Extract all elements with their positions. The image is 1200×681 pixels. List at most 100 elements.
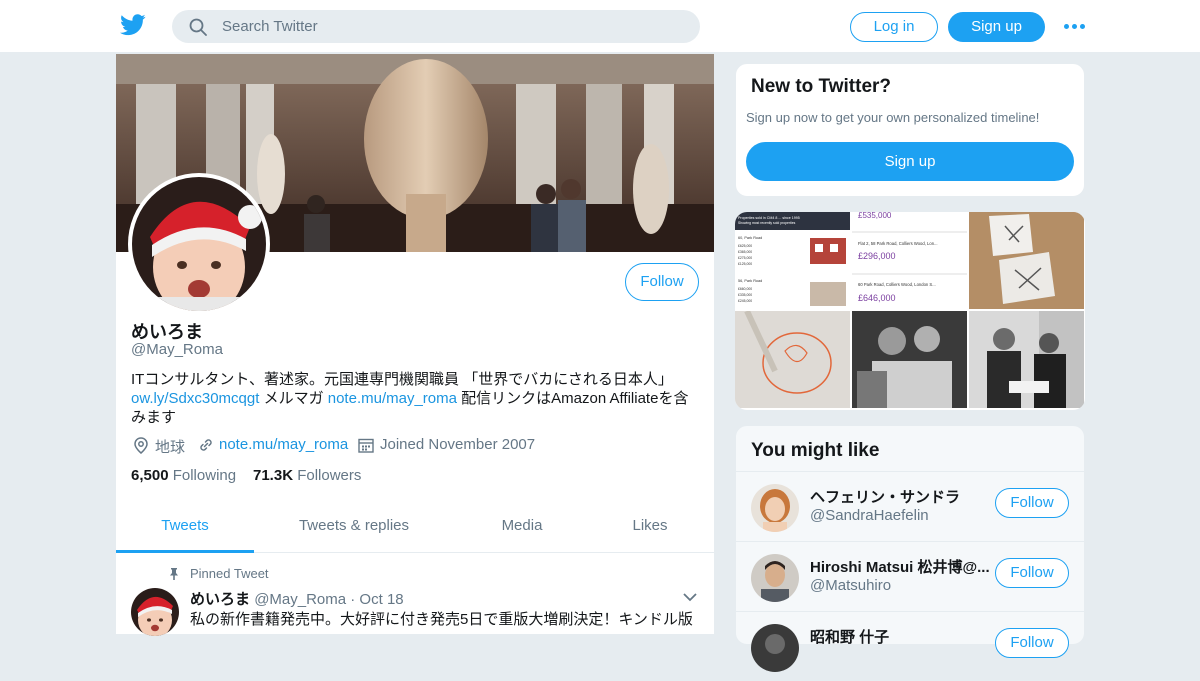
- property-listing-screenshot: Properties sold in CM4 8 ... since 1995 …: [735, 212, 850, 306]
- search-box[interactable]: [172, 10, 700, 43]
- following-label: Following: [172, 467, 237, 484]
- followers-label: Followers: [297, 467, 362, 484]
- suggested-user-name[interactable]: ヘフェリン・サンドラ: [810, 486, 990, 507]
- tweet-author-name[interactable]: めいろま: [190, 591, 250, 608]
- bio-text: ITコンサルタント、著述家。元国連専門機関職員 「世界でバカにされる日本人」: [131, 371, 673, 388]
- profile-meta: 地球 note.mu/may_roma Joined November 2007: [131, 436, 701, 456]
- thumb-text: £660,000: [738, 287, 752, 291]
- thumb-text: £365,000: [738, 250, 752, 254]
- orange-drawing-photo: [735, 311, 850, 408]
- profile-handle: @May_Roma: [131, 341, 223, 358]
- media-thumbnail[interactable]: £535,000 Flat 2, 58 Park Road, Colliers …: [852, 212, 967, 309]
- you-might-like-card: You might like ヘフェリン・サンドラ @SandraHaefeli…: [735, 425, 1085, 672]
- suggested-user-handle: @Matsuhiro: [810, 577, 892, 594]
- thumb-text: Properties sold in CM4 8 ... since 1995: [738, 216, 800, 220]
- suggested-user-handle: @SandraHaefelin: [810, 507, 929, 524]
- bio-link-note[interactable]: note.mu/may_roma: [328, 390, 457, 407]
- thumb-text: Flat 2, 58 Park Road, Colliers Wood, Lon…: [858, 241, 938, 246]
- profile-stats: 6,500 Following 71.3K Followers: [131, 467, 701, 487]
- thumb-text: 60, Park Road: [738, 236, 762, 240]
- suggested-user[interactable]: ヘフェリン・サンドラ @SandraHaefelin Follow: [736, 471, 1084, 541]
- thumb-text: 60 Park Road, Colliers Wood, London S...: [858, 282, 936, 287]
- tab-media[interactable]: Media: [462, 504, 582, 553]
- search-icon: [189, 18, 207, 36]
- chevron-down-icon[interactable]: [682, 592, 698, 602]
- tweet-text: 私の新作書籍発売中。大好評に付き発売5日で重版大増刷決定！キンドル版: [190, 611, 693, 628]
- tweet-header: めいろま @May_Roma · Oct 18: [190, 588, 404, 609]
- bio-text: みます: [131, 409, 177, 426]
- woman-portrait: [751, 484, 799, 532]
- surgery-photo: [852, 311, 967, 408]
- thumb-text: £646,000: [858, 293, 896, 303]
- baby-in-santa-hat-avatar: [131, 588, 179, 636]
- thumb-text: £125,000: [738, 262, 752, 266]
- search-input[interactable]: [222, 10, 682, 43]
- profile-joined-date: Joined November 2007: [380, 436, 536, 453]
- profile-bio: ITコンサルタント、著述家。元国連専門機関職員 「世界でバカにされる日本人」 o…: [131, 370, 701, 427]
- suggested-user-avatar[interactable]: [751, 484, 799, 532]
- media-thumbnail[interactable]: Properties sold in CM4 8 ... since 1995 …: [735, 212, 850, 309]
- photos-and-videos-grid: Properties sold in CM4 8 ... since 1995 …: [735, 212, 1085, 410]
- pinned-tweet-label: Pinned Tweet: [190, 566, 269, 581]
- twitter-bird-icon[interactable]: [120, 14, 146, 36]
- baby-in-santa-hat-avatar: [132, 177, 266, 311]
- tab-likes[interactable]: Likes: [600, 504, 700, 553]
- following-stat[interactable]: 6,500 Following: [131, 467, 236, 484]
- following-count: 6,500: [131, 467, 169, 484]
- location-pin-icon: [134, 437, 148, 454]
- followers-stat[interactable]: 71.3K Followers: [253, 467, 361, 484]
- thumb-text: £296,000: [858, 251, 896, 261]
- profile-website-link[interactable]: note.mu/may_roma: [219, 436, 348, 453]
- top-navigation-bar: Log in Sign up: [0, 0, 1200, 53]
- businessmen-photo: [969, 311, 1084, 408]
- profile-location: 地球: [155, 439, 186, 456]
- media-thumbnail[interactable]: [969, 311, 1084, 408]
- thumb-text: £245,000: [738, 299, 752, 303]
- profile-tabs: Tweets Tweets & replies Media Likes: [116, 504, 714, 553]
- thumb-text: 56, Park Road: [738, 279, 762, 283]
- tweet-meta: @May_Roma · Oct 18: [254, 591, 404, 608]
- suggested-user[interactable]: 昭和野 什子 Follow: [736, 611, 1084, 681]
- log-in-button[interactable]: Log in: [850, 12, 938, 42]
- thumb-text: £535,000: [858, 212, 892, 220]
- follow-suggested-user-button[interactable]: Follow: [995, 488, 1069, 518]
- profile-column: Follow めいろま @May_Roma ITコンサルタント、著述家。元国連専…: [116, 54, 714, 636]
- media-thumbnail[interactable]: [969, 212, 1084, 309]
- suggested-user-avatar[interactable]: [751, 554, 799, 602]
- thumb-text: £335,000: [738, 293, 752, 297]
- followers-count: 71.3K: [253, 467, 294, 484]
- follow-suggested-user-button[interactable]: Follow: [995, 558, 1069, 588]
- suggested-user-name[interactable]: 昭和野 什子: [810, 626, 990, 647]
- sidebar-sign-up-button[interactable]: Sign up: [746, 142, 1074, 181]
- property-prices-screenshot: £535,000 Flat 2, 58 Park Road, Colliers …: [852, 212, 967, 303]
- more-options-icon[interactable]: [1064, 18, 1086, 34]
- tab-tweets-and-replies[interactable]: Tweets & replies: [274, 504, 434, 553]
- link-icon: [200, 439, 212, 451]
- bio-text: 配信リンクはAmazon Affiliateを含: [456, 390, 689, 407]
- profile-avatar[interactable]: [128, 173, 270, 315]
- suggested-user[interactable]: Hiroshi Matsui 松井博@... @Matsuhiro Follow: [736, 541, 1084, 611]
- new-to-twitter-card: New to Twitter? Sign up now to get your …: [735, 63, 1085, 197]
- suggested-user-avatar[interactable]: [751, 624, 799, 672]
- bio-link-owly[interactable]: ow.ly/Sdxc30mcqgt: [131, 390, 259, 407]
- media-thumbnail[interactable]: [735, 311, 850, 408]
- man-portrait: [751, 554, 799, 602]
- thumb-text: £625,000: [738, 244, 752, 248]
- tweet-author-avatar[interactable]: [131, 588, 179, 636]
- sign-up-button[interactable]: Sign up: [948, 12, 1045, 42]
- new-to-twitter-title: New to Twitter?: [751, 76, 892, 97]
- bio-text: メルマガ: [259, 390, 328, 407]
- pin-icon: [170, 568, 178, 580]
- paper-sketches-photo: [969, 212, 1084, 309]
- follow-button[interactable]: Follow: [625, 263, 699, 301]
- follow-suggested-user-button[interactable]: Follow: [995, 628, 1069, 658]
- media-thumbnail[interactable]: [852, 311, 967, 408]
- calendar-icon: [358, 438, 374, 453]
- user-portrait: [751, 624, 799, 672]
- thumb-text: £275,000: [738, 256, 752, 260]
- tab-tweets[interactable]: Tweets: [116, 504, 254, 553]
- new-to-twitter-description: Sign up now to get your own personalized…: [746, 110, 1040, 125]
- you-might-like-title: You might like: [751, 440, 880, 461]
- thumb-text: Showing most recently sold properties: [738, 221, 796, 225]
- suggested-user-name[interactable]: Hiroshi Matsui 松井博@...: [810, 556, 990, 577]
